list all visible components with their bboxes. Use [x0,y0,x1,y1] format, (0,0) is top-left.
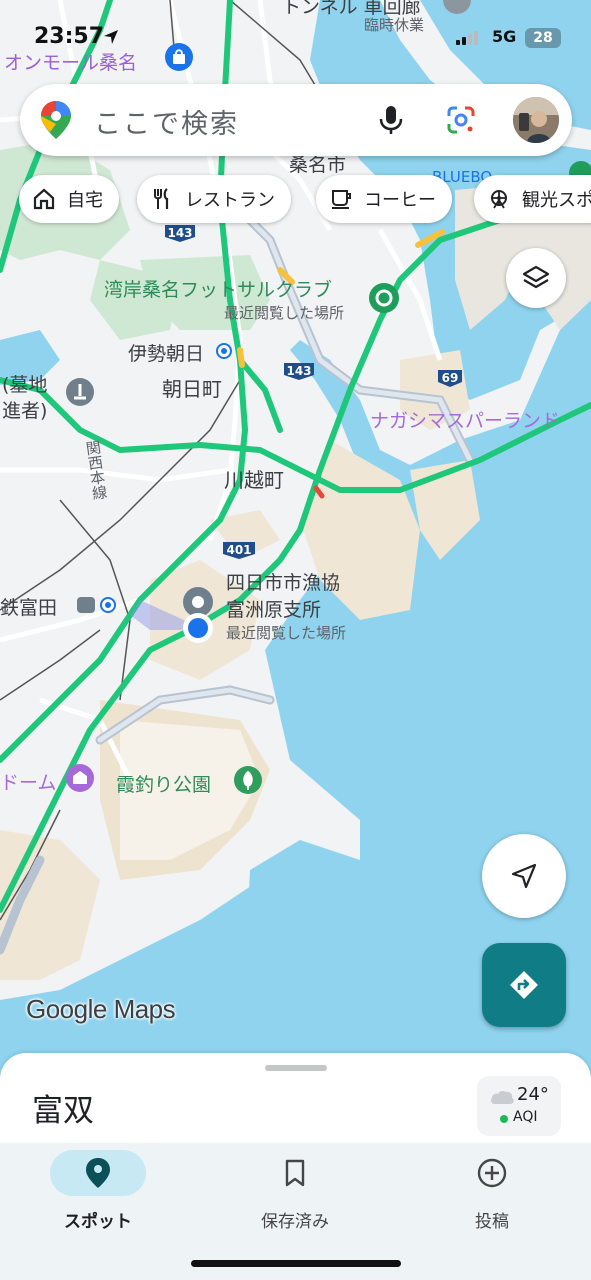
home-indicator[interactable] [191,1260,401,1267]
map-label-asahi-town: 朝日町 [162,377,222,401]
my-location-button[interactable] [482,834,566,918]
status-time: 23:57 [34,24,105,49]
battery-icon: 28 [525,28,561,48]
chip-coffee[interactable]: コーヒー [316,175,452,223]
current-location-dot [183,613,213,643]
coffee-icon [328,186,354,212]
road-shield-label: 143 [286,364,311,378]
directions-button[interactable] [482,943,566,1027]
road-shield-69: 69 [438,370,462,387]
aqi-status-dot [500,1115,508,1123]
map-label-ise-asahi: 伊勢朝日 [128,343,205,365]
add-circle-icon [477,1158,507,1188]
map-label-futsal[interactable]: 湾岸桑名フットサルクラブ [104,275,332,302]
station-icon [77,597,116,613]
road-shield-label: 143 [167,226,192,240]
google-lens-icon[interactable] [445,104,477,136]
sheet-drag-handle[interactable] [265,1065,327,1071]
status-bar: 23:57 5G 28 [0,22,591,54]
signal-icon [456,31,478,45]
nav-pill [444,1150,540,1196]
layers-button[interactable] [506,248,566,308]
chip-attraction[interactable]: 観光スポ [474,175,591,223]
map-canvas[interactable]: 143 143 69 401 トンネル 車回廊 臨時休業 オンモール桑名 桑名市… [0,0,591,1080]
road-shield-401: 401 [223,542,255,559]
network-type: 5G [492,27,517,46]
cloud-icon [491,1090,514,1104]
map-label-fishery-2[interactable]: 富洲原支所 [226,595,321,622]
road-shield-label: 69 [442,371,459,385]
aqi-label: AQI [513,1109,538,1125]
nav-pill [247,1150,343,1196]
bookmark-icon [285,1159,305,1187]
map-label-cemetery: (墓地 [2,374,48,396]
road-shield-143: 143 [284,363,314,380]
map-label-fishery-sub: 最近閲覧した場所 [226,624,347,642]
google-maps-attribution: Google Maps [26,994,176,1024]
chip-label: 自宅 [67,190,103,211]
location-pin-icon [86,1158,110,1188]
home-icon [31,186,57,212]
station-icon [216,343,232,359]
road-shield-143: 143 [165,225,195,242]
map-label-dome[interactable]: ドーム [0,768,56,795]
road-shield-label: 401 [226,543,251,557]
cemetery-pin-icon[interactable] [64,376,96,408]
map-label-kintetsu-tomida: 鉄富田 [0,597,58,619]
search-input[interactable]: ここで検索 [94,102,239,141]
top-pin-icon [443,0,471,14]
restaurant-icon [149,186,175,212]
weather-temperature: 24° [517,1084,549,1105]
directions-icon [510,971,538,999]
chip-home[interactable]: 自宅 [19,175,119,223]
map-label-nagashima[interactable]: ナガシマスパーランド [370,406,560,433]
futsal-pin-icon[interactable] [367,281,401,315]
chip-label: レストラン [185,190,275,211]
chip-label: 観光スポ [522,190,591,211]
park-pin-icon[interactable] [232,764,264,796]
area-name: 富双 [32,1093,94,1129]
chip-label: コーヒー [364,190,436,211]
nav-label: 保存済み [261,1212,329,1232]
chip-restaurant[interactable]: レストラン [137,175,291,223]
nav-label: スポット [64,1212,132,1232]
avatar-image [513,97,559,143]
location-arrow-icon [104,30,118,44]
search-bar[interactable]: ここで検索 [20,84,572,156]
map-label-fishery[interactable]: 四日市市漁協 [226,568,340,595]
user-avatar[interactable] [513,97,559,143]
map-label-kasumi-park[interactable]: 霞釣り公園 [116,770,211,797]
map-label-futsal-sub: 最近閲覧した場所 [224,304,345,322]
weather-chip[interactable]: 24° AQI [477,1076,561,1136]
layers-icon [522,265,550,289]
nav-pill [50,1150,146,1196]
nav-label: 投稿 [475,1212,509,1232]
google-maps-pin-icon [41,101,71,139]
microphone-icon[interactable] [377,104,405,136]
map-label-cemetery-2: 進者) [2,400,48,422]
ferris-wheel-icon [486,186,512,212]
navigation-arrow-icon [511,863,537,889]
dome-pin-icon[interactable] [64,762,96,794]
map-label-kawagoe: 川越町 [224,468,284,492]
